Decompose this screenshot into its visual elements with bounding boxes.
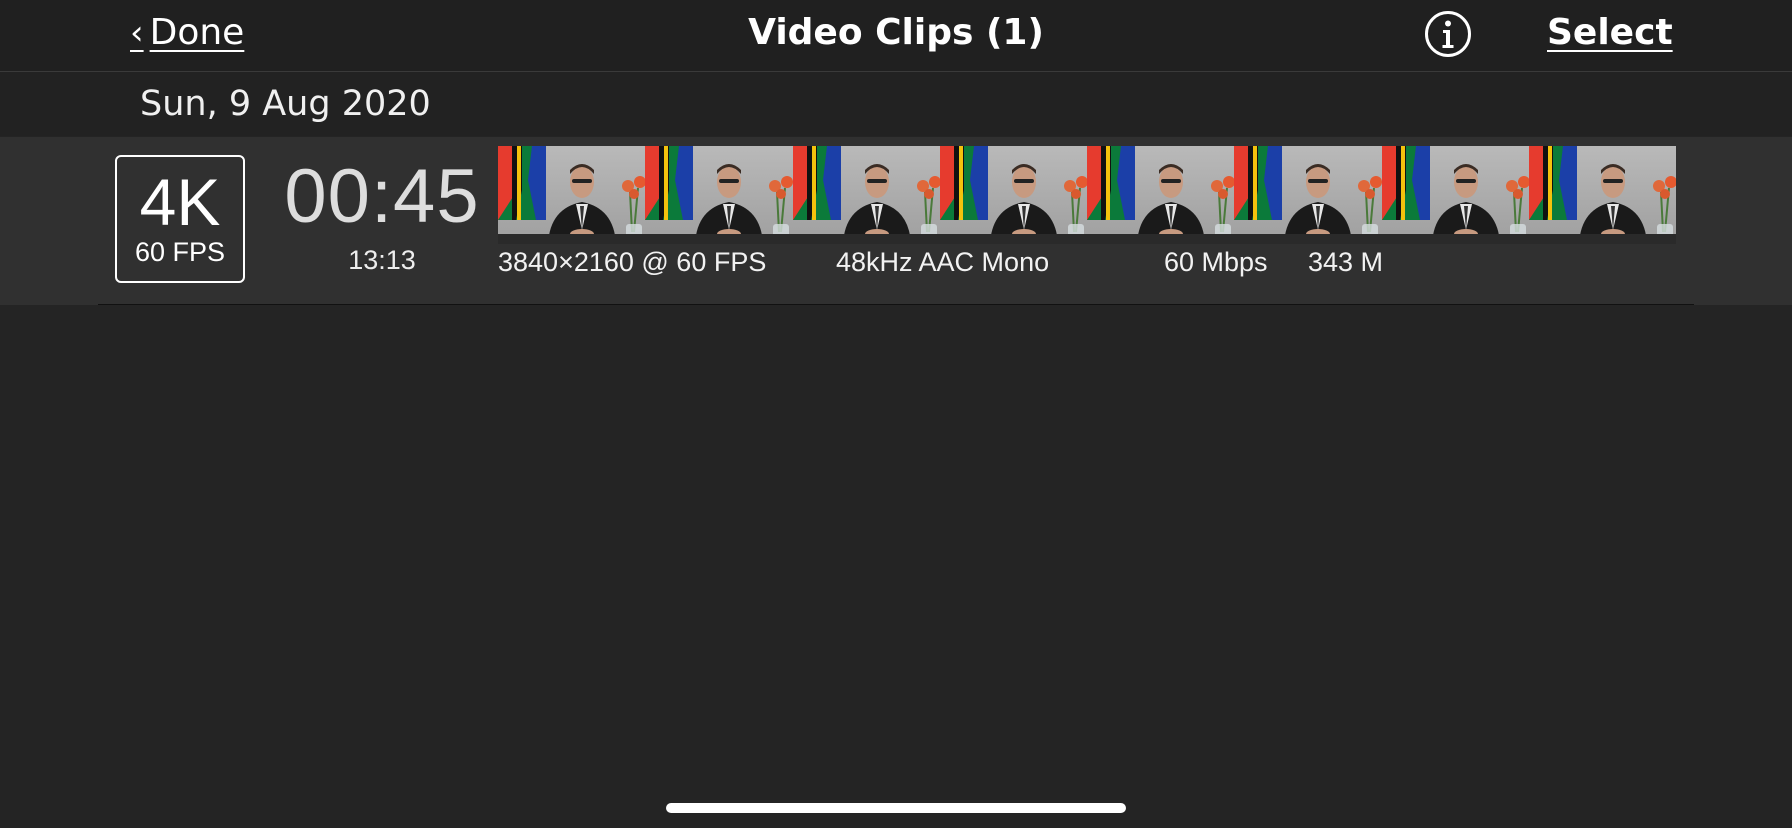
home-indicator[interactable] [666,803,1126,813]
filmstrip-frame [939,146,1087,244]
fps-label: 60 FPS [134,237,226,267]
resolution-label: 4K [139,165,221,239]
clip-row[interactable]: 4K 60 FPS 00:45 13:13 3840×2160 @ 60 FPS… [0,137,1792,305]
filmstrip-frame [645,146,793,244]
clip-size: 343 M [1308,247,1384,277]
page-title: Video Clips (1) [748,12,1044,53]
filmstrip-frame [1087,146,1235,244]
filmstrip-frame [792,146,940,244]
clip-filmstrip [498,146,1676,244]
info-button[interactable] [1424,10,1472,58]
clip-duration: 00:45 [284,154,480,239]
filmstrip-frame [1234,146,1382,244]
navigation-bar: ‹ Done Video Clips (1) Select [0,0,1792,72]
filmstrip-frame [498,146,646,244]
chevron-left-icon: ‹ [130,12,144,53]
filmstrip-frame [1528,146,1676,244]
clip-audio: 48kHz AAC Mono [836,247,1050,277]
row-divider [98,304,1694,305]
date-section-header: Sun, 9 Aug 2020 [0,72,1792,136]
done-button[interactable]: ‹ Done [130,12,244,53]
select-button[interactable]: Select [1547,12,1673,53]
done-label: Done [149,12,245,53]
clip-dimensions: 3840×2160 @ 60 FPS [498,247,767,277]
filmstrip-frame [1381,146,1529,244]
clip-time: 13:13 [348,245,416,275]
section-date: Sun, 9 Aug 2020 [140,84,431,124]
info-circle-icon [1425,11,1471,57]
resolution-badge: 4K 60 FPS [115,155,245,283]
clip-bitrate: 60 Mbps [1164,247,1268,277]
